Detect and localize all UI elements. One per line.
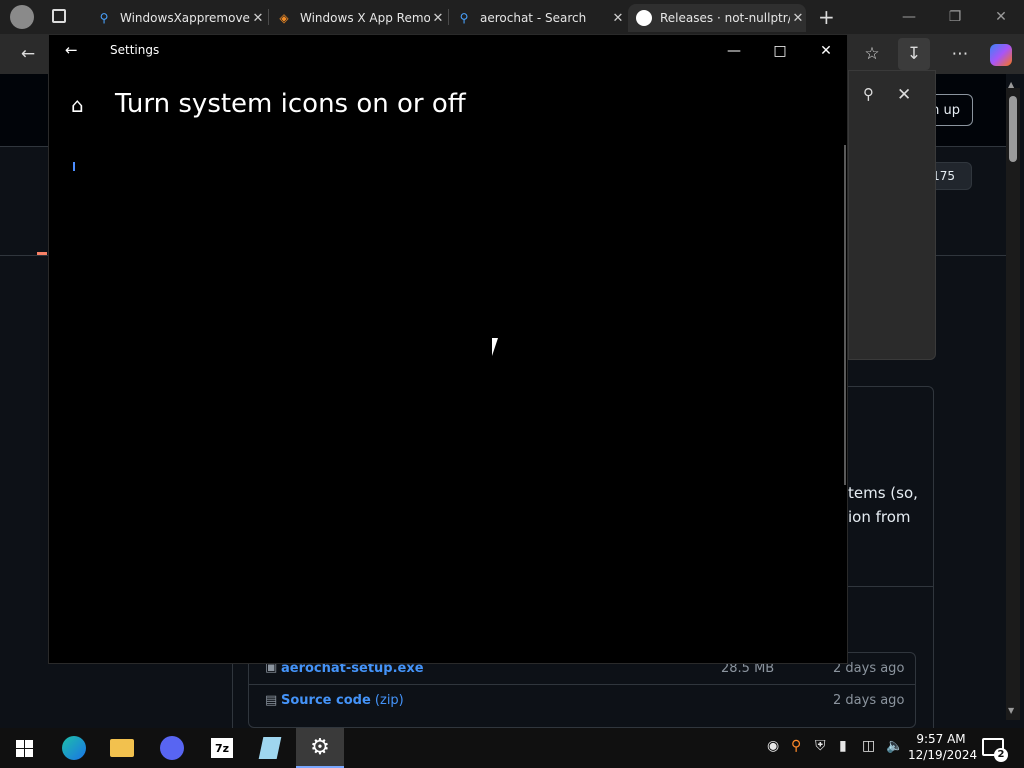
- asset-link[interactable]: Source code (zip): [281, 693, 404, 708]
- close-tab-icon[interactable]: ✕: [790, 11, 806, 26]
- pin-icon[interactable]: ⚲: [863, 85, 874, 103]
- back-arrow-icon[interactable]: ←: [12, 38, 44, 70]
- network-icon[interactable]: ◫: [862, 738, 875, 754]
- notepad-icon[interactable]: [246, 728, 294, 768]
- close-window-icon[interactable]: ✕: [803, 35, 849, 67]
- tab-releases[interactable]: Releases · not-nullptr/A ✕: [628, 4, 806, 32]
- notification-badge: 2: [994, 748, 1008, 762]
- tab-actions-icon[interactable]: [52, 9, 66, 23]
- minimize-icon[interactable]: —: [711, 35, 757, 67]
- clock-date: 12/19/2024: [908, 748, 978, 762]
- window-title: Settings: [110, 43, 160, 57]
- scrollbar-thumb[interactable]: [1009, 96, 1017, 162]
- file-explorer-icon[interactable]: [98, 728, 146, 768]
- downloads-flyout: ⚲ ✕: [848, 70, 936, 360]
- asset-row: ▤ Source code (zip) 2 days ago: [249, 685, 915, 719]
- page-title: Turn system icons on or off: [115, 89, 466, 119]
- favorites-icon[interactable]: ☆: [856, 38, 888, 70]
- profile-avatar-icon[interactable]: [10, 5, 34, 29]
- close-window-icon[interactable]: ✕: [978, 0, 1024, 34]
- 7zip-icon[interactable]: 7z: [198, 728, 246, 768]
- new-tab-icon[interactable]: +: [818, 5, 835, 29]
- more-options-icon[interactable]: ⋯: [944, 38, 976, 70]
- release-notes-line: ion from: [848, 508, 911, 526]
- file-zip-icon: ▤: [265, 693, 278, 708]
- release-notes-line: tems (so,: [848, 484, 918, 502]
- discord-app-icon[interactable]: [148, 728, 196, 768]
- scroll-up-arrow-icon[interactable]: ▲: [1008, 80, 1014, 89]
- tab-aerochat-search[interactable]: ⚲ aerochat - Search ✕: [448, 4, 626, 32]
- discord-tray-icon[interactable]: ◉: [767, 738, 779, 754]
- clock-time: 9:57 AM: [916, 732, 966, 746]
- taskbar: 7z ⚙ ◉ ⚲ ⛨ ▮ ◫ 🔈 9:57 AM 12/19/2024 2: [0, 728, 1024, 768]
- restore-icon[interactable]: ❐: [932, 0, 978, 34]
- settings-window: ← Settings — □ ✕ ⌂ Turn system icons on …: [48, 34, 848, 664]
- close-tab-icon[interactable]: ✕: [610, 11, 626, 26]
- scroll-down-arrow-icon[interactable]: ▼: [1008, 706, 1014, 715]
- asset-date: 2 days ago: [833, 693, 905, 708]
- battery-icon[interactable]: ▮: [839, 738, 847, 754]
- close-tab-icon[interactable]: ✕: [250, 11, 266, 26]
- settings-gear-icon[interactable]: ⚙: [296, 728, 344, 768]
- tab-windows-x-app-remover[interactable]: ◈ Windows X App Remo ✕: [268, 4, 446, 32]
- github-icon: [636, 10, 652, 26]
- mouse-cursor-icon: [492, 338, 498, 356]
- windows-start-icon[interactable]: [0, 728, 48, 768]
- downloads-icon[interactable]: ↧: [898, 38, 930, 70]
- close-flyout-icon[interactable]: ✕: [897, 85, 911, 105]
- volume-muted-icon[interactable]: 🔈: [886, 738, 903, 754]
- bing-search-icon: ⚲: [459, 11, 469, 25]
- security-shield-icon[interactable]: ⛨: [815, 738, 826, 754]
- tab-windowsxappremove[interactable]: ⚲ WindowsXappremove ✕: [88, 4, 266, 32]
- clock[interactable]: 9:57 AM 12/19/2024: [908, 731, 978, 763]
- edge-icon[interactable]: [50, 728, 98, 768]
- minimize-icon[interactable]: —: [886, 0, 932, 34]
- page-scrollbar[interactable]: [1006, 88, 1020, 720]
- back-arrow-icon[interactable]: ←: [65, 41, 78, 59]
- bing-search-icon: ⚲: [99, 11, 109, 25]
- settings-scrollbar[interactable]: [844, 145, 846, 485]
- loading-indicator: [73, 162, 75, 171]
- search-tray-icon[interactable]: ⚲: [791, 738, 801, 754]
- app-remover-icon: ◈: [279, 11, 289, 25]
- copilot-icon[interactable]: [990, 44, 1012, 66]
- close-tab-icon[interactable]: ✕: [430, 11, 446, 26]
- maximize-icon[interactable]: □: [757, 35, 803, 67]
- home-icon[interactable]: ⌂: [71, 93, 84, 117]
- browser-tab-bar: ⚲ WindowsXappremove ✕ ◈ Windows X App Re…: [0, 0, 1024, 34]
